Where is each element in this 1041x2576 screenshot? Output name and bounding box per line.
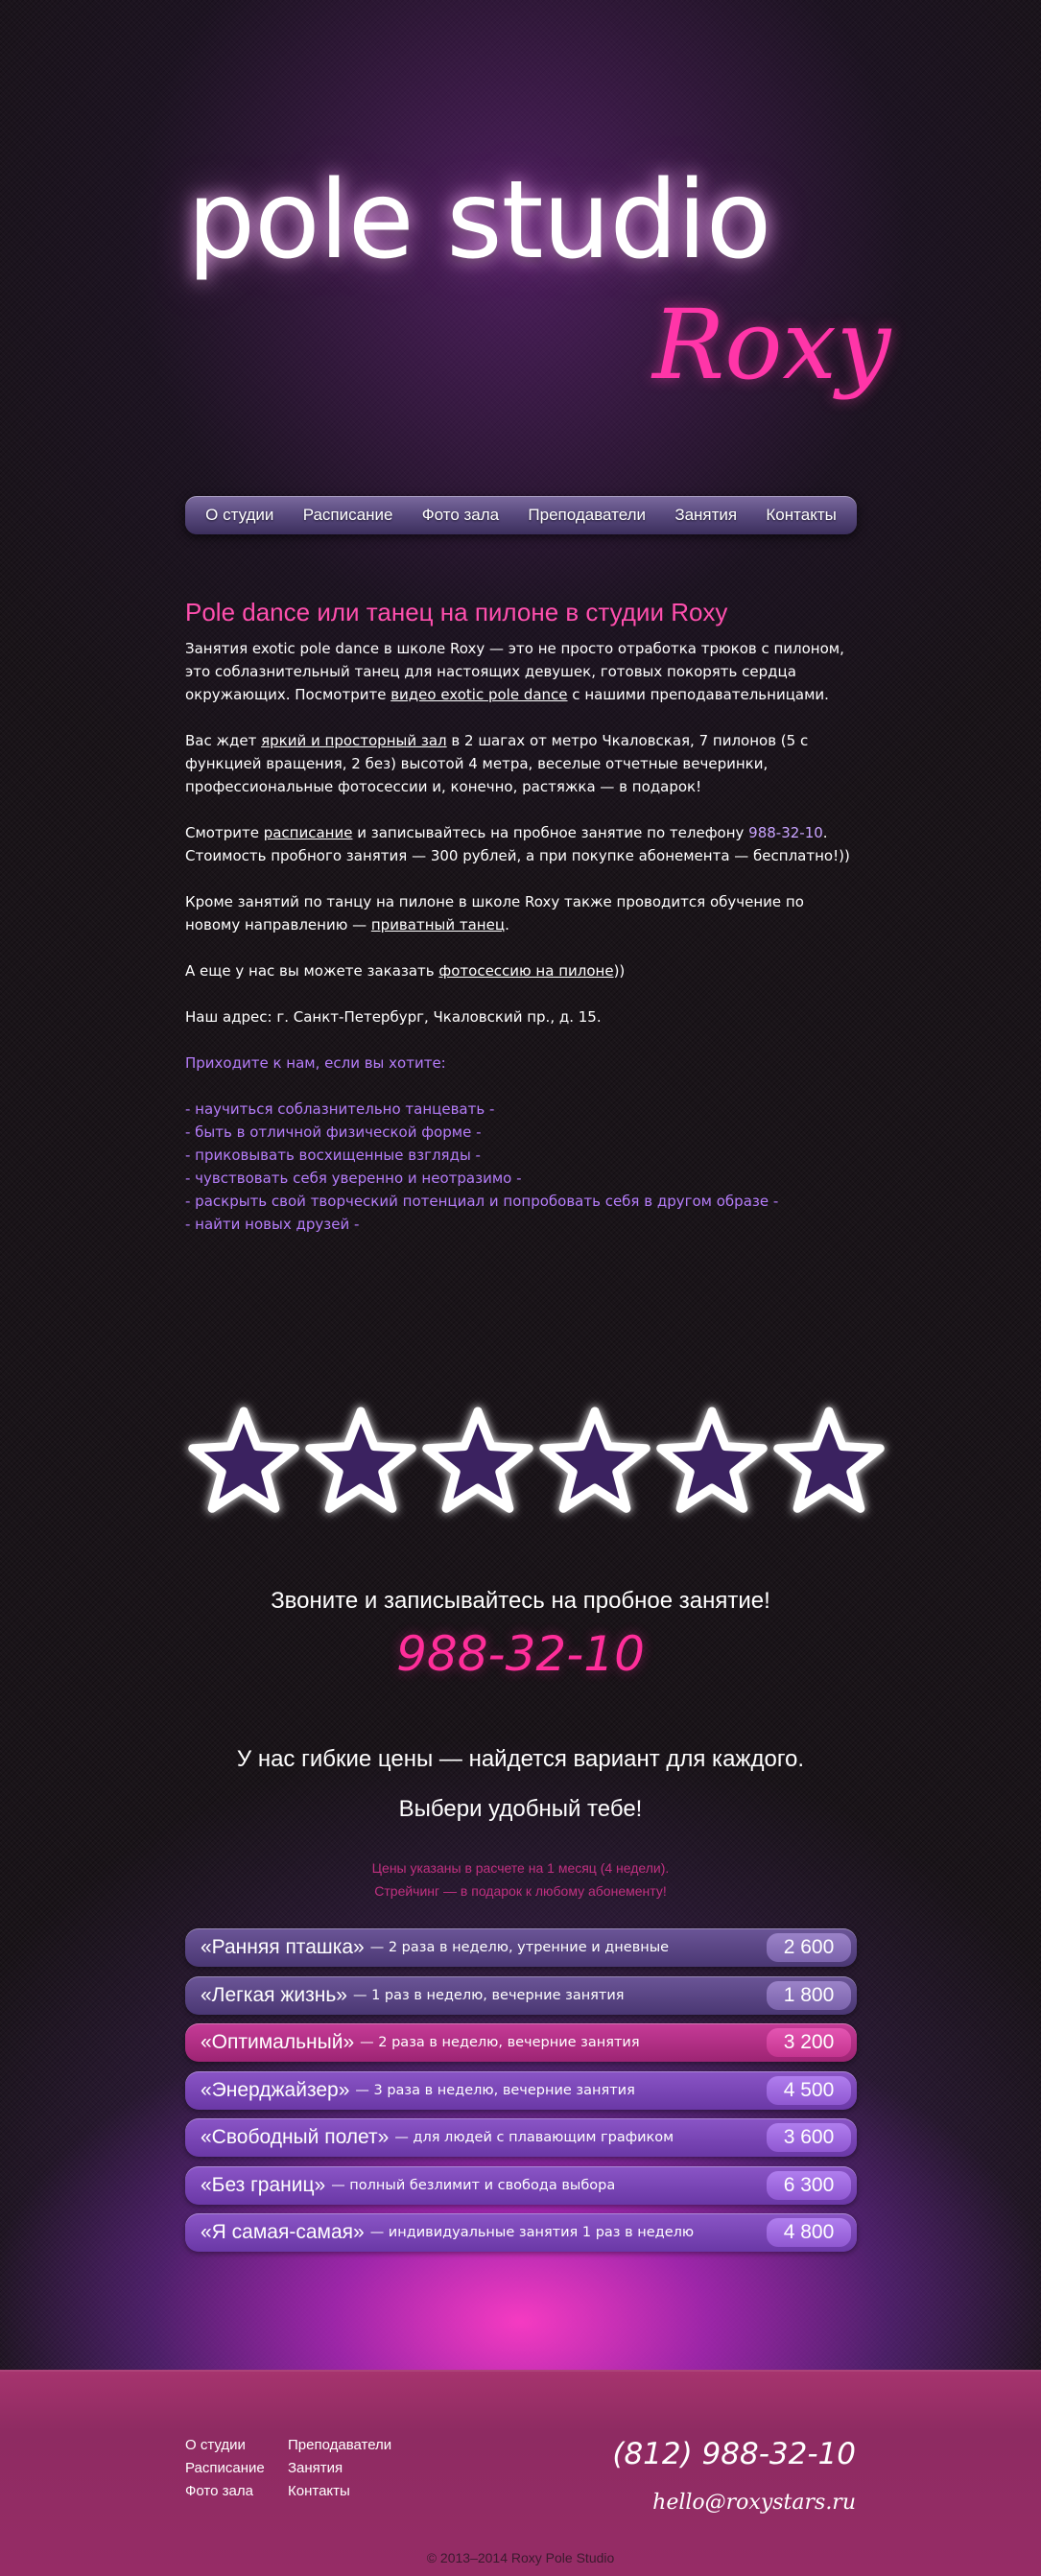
main-nav: О студии Расписание Фото зала Преподават… xyxy=(185,496,857,534)
text: А еще у нас вы можете заказать xyxy=(185,962,439,980)
plan-name: «Легкая жизнь» xyxy=(201,1983,347,2006)
list-item: - быть в отличной физической форме - xyxy=(185,1123,482,1141)
price-row-individual[interactable]: «Я самая-самая» — индивидуальные занятия… xyxy=(185,2213,857,2252)
stars-row xyxy=(185,1406,885,1521)
plan-description: — полный безлимит и свобода выбора xyxy=(331,2177,616,2193)
nav-item-schedule[interactable]: Расписание xyxy=(303,506,393,525)
plan-price: 6 300 xyxy=(767,2170,851,2200)
copyright: © 2013–2014 Roxy Pole Studio xyxy=(426,2550,615,2565)
plan-description: — 1 раз в неделю, вечерние занятия xyxy=(352,1987,625,2003)
footer-phone[interactable]: (812) 988-32-10 xyxy=(612,2437,856,2471)
video-link[interactable]: видео exotic pole dance xyxy=(390,686,567,703)
footer-menu: О студии Преподаватели Расписание Заняти… xyxy=(185,2437,422,2500)
footer-link-photo[interactable]: Фото зала xyxy=(185,2483,288,2500)
list-item: - научиться соблазнительно танцевать - xyxy=(185,1100,495,1118)
hall-paragraph: Вас ждет яркий и просторный зал в 2 шага… xyxy=(185,729,857,798)
main-content: Pole dance или танец на пилоне в студии … xyxy=(185,595,857,1236)
wishes-list: - научиться соблазнительно танцевать - -… xyxy=(185,1098,857,1236)
footer-link-schedule[interactable]: Расписание xyxy=(185,2460,288,2477)
star-icon xyxy=(185,1406,302,1519)
prices-title: У нас гибкие цены — найдется вариант для… xyxy=(236,1746,805,1772)
nav-item-about[interactable]: О студии xyxy=(205,506,273,525)
list-item: - раскрыть свой творческий потенциал и п… xyxy=(185,1193,779,1210)
logo-subtitle: Roxy xyxy=(652,289,891,401)
price-row-early-bird[interactable]: «Ранняя пташка» — 2 раза в неделю, утрен… xyxy=(185,1928,857,1967)
hall-link[interactable]: яркий и просторный зал xyxy=(261,732,447,749)
private-dance-paragraph: Кроме занятий по танцу на пилоне в школе… xyxy=(185,890,857,936)
plan-price: 3 600 xyxy=(767,2123,851,2152)
private-dance-link[interactable]: приватный танец xyxy=(371,916,505,934)
footer-link-about[interactable]: О студии xyxy=(185,2437,288,2454)
nav-item-photo[interactable]: Фото зала xyxy=(422,506,499,525)
call-title: Звоните и записывайтесь на пробное занят… xyxy=(271,1588,770,1614)
nav-item-teachers[interactable]: Преподаватели xyxy=(528,506,646,525)
star-icon xyxy=(770,1406,887,1519)
logo-title: pole studio xyxy=(187,158,771,283)
text: Смотрите xyxy=(185,824,264,841)
plan-description: — 2 раза в неделю, утренние и дневные xyxy=(369,1940,670,1955)
list-item: - приковывать восхищенные взгляды - xyxy=(185,1146,481,1164)
photoshoot-paragraph: А еще у нас вы можете заказать фотосесси… xyxy=(185,959,857,982)
plan-name: «Я самая-самая» xyxy=(201,2221,365,2243)
text: . xyxy=(505,916,509,934)
prices-note-stretching: Стрейчинг — в подарок к любому абонемент… xyxy=(374,1883,667,1899)
plan-price: 1 800 xyxy=(767,1980,851,2010)
plan-name: «Без границ» xyxy=(201,2173,326,2196)
plan-name: «Энерджайзер» xyxy=(201,2078,350,2101)
plan-description: — для людей с плавающим графиком xyxy=(394,2130,674,2145)
price-row-unlimited[interactable]: «Без границ» — полный безлимит и свобода… xyxy=(185,2165,857,2205)
plan-price: 3 200 xyxy=(767,2028,851,2057)
call-phone[interactable]: 988-32-10 xyxy=(0,1626,1041,1682)
price-row-easy-life[interactable]: «Легкая жизнь» — 1 раз в неделю, вечерни… xyxy=(185,1975,857,2015)
plan-price: 4 800 xyxy=(767,2218,851,2247)
star-icon xyxy=(653,1406,770,1519)
address: Наш адрес: г. Санкт-Петербург, Чкаловски… xyxy=(185,1008,602,1026)
plan-name: «Свободный полет» xyxy=(201,2126,390,2148)
inline-phone: 988-32-10 xyxy=(748,824,823,841)
text: )) xyxy=(613,962,626,980)
nav-item-classes[interactable]: Занятия xyxy=(674,506,737,525)
price-row-optimal[interactable]: «Оптимальный» — 2 раза в неделю, вечерни… xyxy=(185,2023,857,2062)
footer: О студии Преподаватели Расписание Заняти… xyxy=(0,2370,1041,2576)
list-item: - найти новых друзей - xyxy=(185,1216,360,1233)
plan-price: 2 600 xyxy=(767,1933,851,1962)
text: Вас ждет xyxy=(185,732,262,749)
plan-name: «Ранняя пташка» xyxy=(201,1936,365,1958)
footer-email[interactable]: hello@roxystars.ru xyxy=(652,2491,856,2515)
plan-description: — индивидуальные занятия 1 раз в неделю xyxy=(369,2225,695,2240)
schedule-paragraph: Смотрите расписание и записывайтесь на п… xyxy=(185,821,857,867)
invite-text: Приходите к нам, если вы хотите: xyxy=(185,1054,446,1072)
plan-description: — 3 раза в неделю, вечерние занятия xyxy=(355,2082,635,2098)
price-list: «Ранняя пташка» — 2 раза в неделю, утрен… xyxy=(185,1928,857,2261)
footer-link-contacts[interactable]: Контакты xyxy=(288,2483,422,2500)
photoshoot-link[interactable]: фотосессию на пилоне xyxy=(438,962,613,980)
footer-link-teachers[interactable]: Преподаватели xyxy=(288,2437,422,2454)
nav-item-contacts[interactable]: Контакты xyxy=(766,506,836,525)
star-icon xyxy=(419,1406,536,1519)
price-row-energizer[interactable]: «Энерджайзер» — 3 раза в неделю, вечерни… xyxy=(185,2070,857,2110)
footer-link-classes[interactable]: Занятия xyxy=(288,2460,422,2477)
intro-paragraph: Занятия exotic pole dance в школе Roxy —… xyxy=(185,637,857,706)
prices-subtitle: Выбери удобный тебе! xyxy=(398,1796,643,1822)
star-icon xyxy=(302,1406,419,1519)
list-item: - чувствовать себя уверенно и неотразимо… xyxy=(185,1170,522,1187)
plan-price: 4 500 xyxy=(767,2075,851,2105)
price-row-free-flight[interactable]: «Свободный полет» — для людей с плавающи… xyxy=(185,2118,857,2157)
text: с нашими преподавательницами. xyxy=(567,686,829,703)
schedule-link[interactable]: расписание xyxy=(264,824,353,841)
plan-name: «Оптимальный» xyxy=(201,2031,355,2053)
page-heading: Pole dance или танец на пилоне в студии … xyxy=(185,598,728,626)
plan-description: — 2 раза в неделю, вечерние занятия xyxy=(360,2035,640,2050)
star-icon xyxy=(536,1406,653,1519)
prices-note: Цены указаны в расчете на 1 месяц (4 нед… xyxy=(371,1860,670,1876)
text: и записывайтесь на пробное занятие по те… xyxy=(352,824,749,841)
